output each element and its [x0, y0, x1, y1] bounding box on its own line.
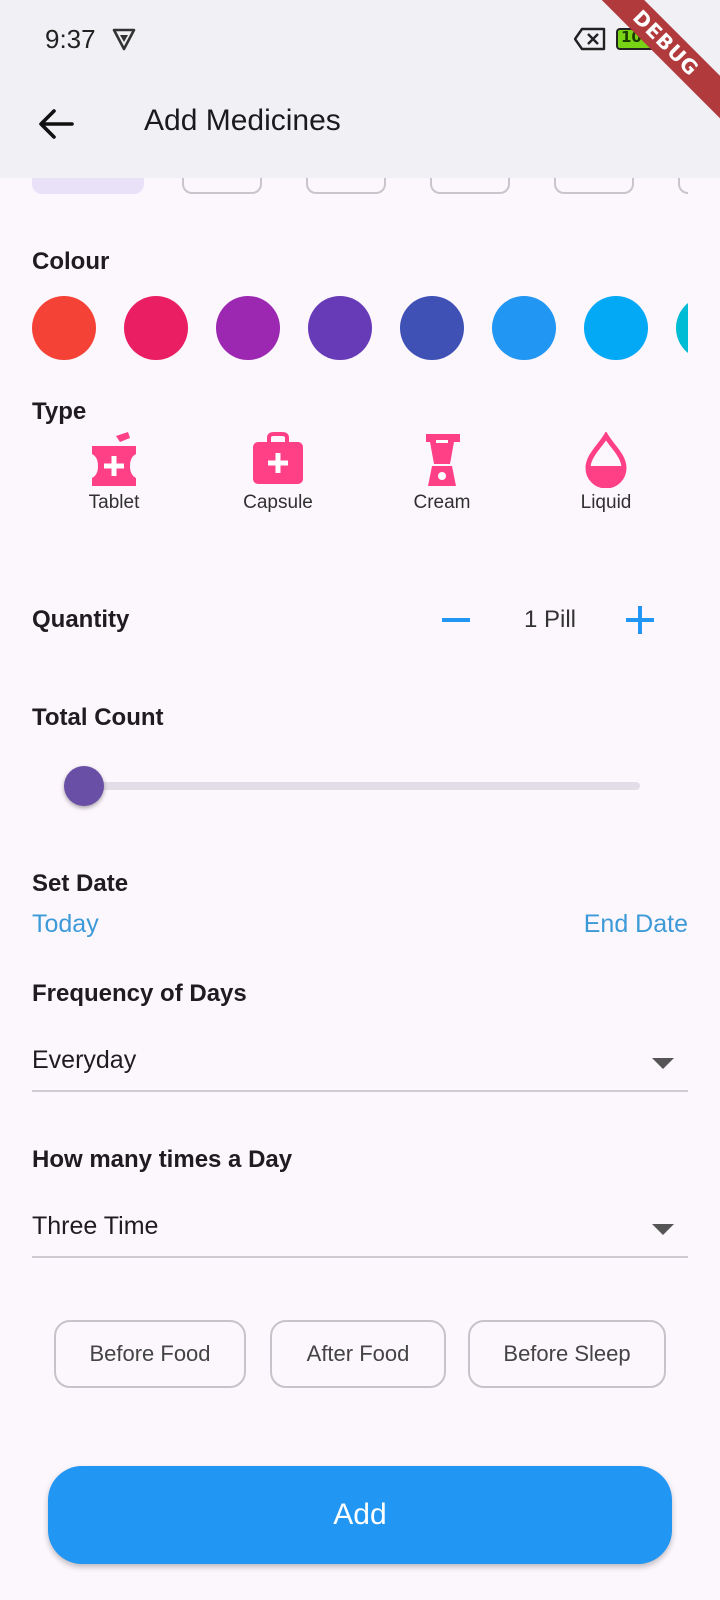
- colour-swatch[interactable]: [676, 296, 688, 360]
- type-label-text: Capsule: [243, 492, 313, 513]
- quantity-label: Quantity: [32, 606, 130, 633]
- after-food-button[interactable]: After Food: [270, 1320, 446, 1388]
- chip[interactable]: [306, 178, 386, 194]
- plus-icon[interactable]: [620, 600, 660, 640]
- debug-banner: DEBUG: [584, 0, 720, 125]
- quantity-value: 1 Pill: [523, 606, 577, 633]
- type-cream[interactable]: Cream: [382, 432, 502, 514]
- frequency-label: Frequency of Days: [32, 980, 247, 1007]
- type-label-text: Liquid: [580, 492, 632, 513]
- drop-icon: [585, 432, 627, 488]
- total-count-label: Total Count: [32, 704, 164, 731]
- colour-swatch[interactable]: [308, 296, 372, 360]
- vpn-shield-icon: [112, 28, 136, 51]
- type-label-text: Cream: [413, 492, 471, 513]
- chip[interactable]: [554, 178, 634, 194]
- colour-swatch[interactable]: [124, 296, 188, 360]
- colour-swatch[interactable]: [216, 296, 280, 360]
- frequency-value: Everyday: [32, 1046, 137, 1074]
- total-count-slider-thumb[interactable]: [64, 766, 104, 806]
- type-tablet[interactable]: Tablet: [54, 432, 174, 514]
- colour-swatch[interactable]: [32, 296, 96, 360]
- end-date-link[interactable]: End Date: [584, 910, 688, 939]
- medical-kit-icon: [253, 432, 303, 484]
- type-capsule[interactable]: Capsule: [218, 432, 338, 514]
- medicine-name-chips: [32, 178, 688, 196]
- dropdown-arrow-icon: [652, 1224, 674, 1235]
- page-title: Add Medicines: [144, 104, 341, 137]
- colour-swatch-list: [32, 296, 688, 362]
- times-per-day-label: How many times a Day: [32, 1146, 293, 1173]
- colour-swatch[interactable]: [492, 296, 556, 360]
- blender-icon: [426, 434, 460, 486]
- dropdown-arrow-icon: [652, 1058, 674, 1069]
- minus-icon[interactable]: [436, 600, 476, 640]
- chip[interactable]: [678, 178, 688, 194]
- chip[interactable]: [32, 178, 144, 194]
- chip[interactable]: [182, 178, 262, 194]
- total-count-slider-track[interactable]: [84, 782, 640, 790]
- frequency-dropdown[interactable]: Everyday: [32, 1030, 688, 1092]
- type-label: Type: [32, 398, 87, 425]
- app-bar: 9:37 100 DEBUG Add Medicines: [0, 0, 720, 178]
- back-arrow-icon[interactable]: [32, 100, 80, 148]
- mortar-pestle-icon: [92, 432, 136, 486]
- start-date-link[interactable]: Today: [32, 910, 99, 939]
- colour-label: Colour: [32, 248, 110, 275]
- times-per-day-value: Three Time: [32, 1212, 159, 1240]
- set-date-label: Set Date: [32, 870, 129, 897]
- chip[interactable]: [430, 178, 510, 194]
- before-sleep-button[interactable]: Before Sleep: [468, 1320, 666, 1388]
- before-food-button[interactable]: Before Food: [54, 1320, 246, 1388]
- times-per-day-dropdown[interactable]: Three Time: [32, 1196, 688, 1258]
- status-time: 9:37: [45, 24, 96, 54]
- colour-swatch[interactable]: [584, 296, 648, 360]
- type-liquid[interactable]: Liquid: [546, 432, 666, 514]
- no-sim-icon: [574, 27, 606, 51]
- add-button[interactable]: Add: [48, 1466, 672, 1564]
- type-label-text: Tablet: [88, 492, 140, 513]
- colour-swatch[interactable]: [400, 296, 464, 360]
